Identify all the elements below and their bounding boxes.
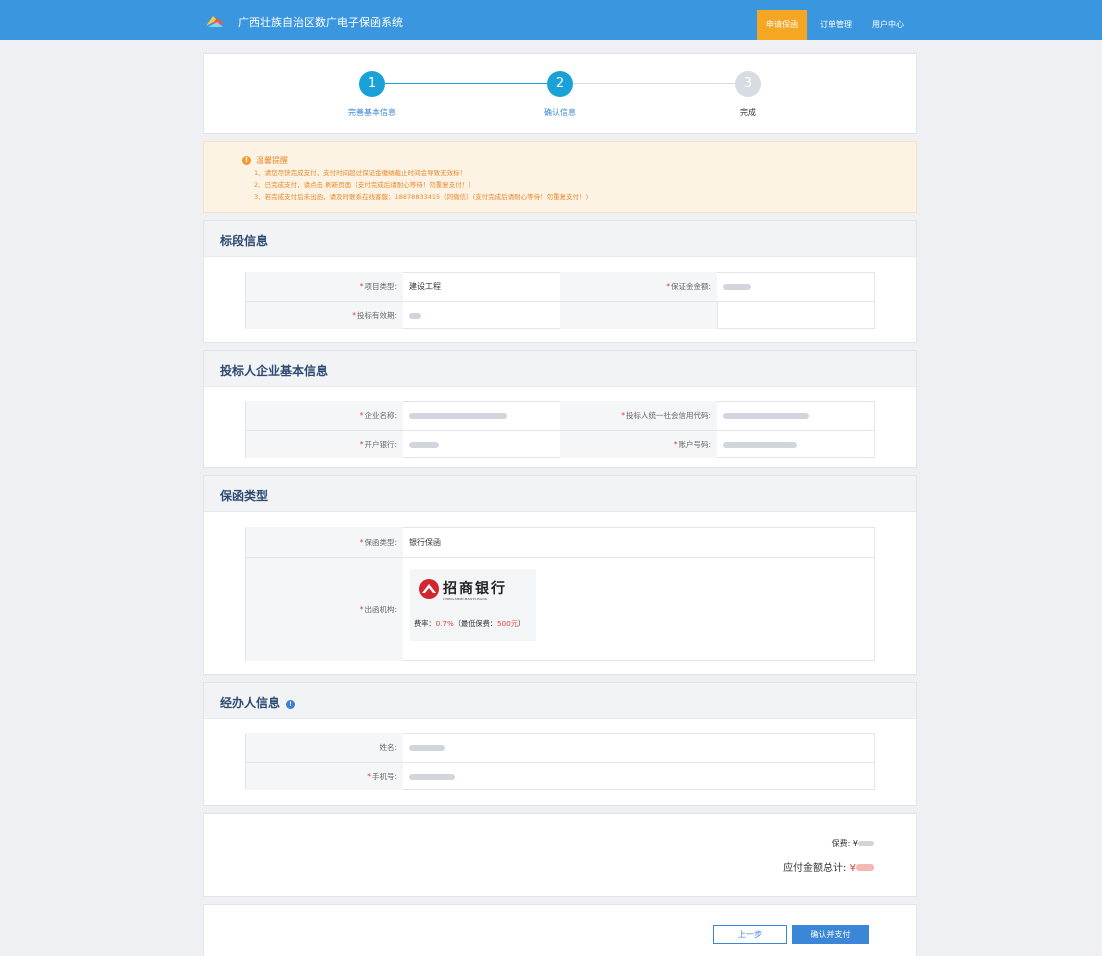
total-label: 应付金额总计: bbox=[783, 863, 847, 874]
section-header: 经办人信息! bbox=[204, 683, 916, 719]
issuer-label: 出函机构: bbox=[364, 605, 397, 614]
bid-validity-label: 投标有效期: bbox=[356, 311, 397, 320]
step-2-label: 确认信息 bbox=[544, 108, 576, 117]
rate-mid: （最低保费： bbox=[453, 619, 497, 628]
credit-code-value bbox=[717, 401, 874, 430]
company-name-label: 企业名称: bbox=[364, 411, 397, 420]
action-bar: 上一步 确认并支付 bbox=[203, 904, 917, 956]
table-row: * 开户银行: * 账户号码: bbox=[246, 430, 874, 458]
table-row: * 企业名称: * 投标人统一社会信用代码: bbox=[246, 401, 874, 430]
fee-summary: 保费: ¥ 应付金额总计: ¥ bbox=[203, 813, 917, 897]
guarantee-type-value: 银行保函 bbox=[409, 537, 441, 547]
nav-order-management[interactable]: 订单管理 bbox=[811, 10, 861, 40]
operator-name-label: 姓名: bbox=[246, 733, 403, 762]
logo-icon bbox=[206, 16, 224, 27]
project-type-label: 项目类型: bbox=[364, 282, 397, 291]
reminder-title: 温馨提醒 bbox=[256, 156, 288, 165]
step-1-circle: 1 bbox=[359, 71, 385, 97]
table-row: * 投标有效期: bbox=[246, 301, 874, 329]
section-guarantee-type: 保函类型 * 保函类型: 银行保函 * 出函机构: 招商银行 CHINA MERCH… bbox=[203, 475, 917, 675]
deposit-amount-value bbox=[717, 272, 874, 301]
prev-step-button[interactable]: 上一步 bbox=[713, 925, 787, 944]
rate-text: 费率：0.7%（最低保费：500元） bbox=[414, 619, 525, 629]
step-2-circle: 2 bbox=[547, 71, 573, 97]
section-header: 标段信息 bbox=[204, 221, 916, 257]
warning-icon: ! bbox=[242, 156, 251, 165]
info-icon[interactable]: ! bbox=[286, 700, 296, 709]
company-name-value bbox=[403, 401, 560, 430]
premium-row: 保费: ¥ bbox=[832, 838, 874, 849]
deposit-amount-label: 保证金金额: bbox=[670, 282, 711, 291]
bank-value bbox=[403, 431, 560, 458]
step-3-circle: 3 bbox=[735, 71, 761, 97]
project-type-value: 建设工程 bbox=[409, 282, 441, 291]
section-operator-info: 经办人信息! 姓名: * 手机号: bbox=[203, 682, 917, 806]
table-row: 姓名: bbox=[246, 733, 874, 762]
min-fee-value: 500元 bbox=[496, 619, 518, 628]
guarantee-type-label: 保函类型: bbox=[364, 537, 397, 547]
warm-reminder: ! 温馨提醒 1、请您尽快完成支付，支付时间超过保证金缴纳截止时间会导致无效标！… bbox=[203, 141, 917, 213]
section-title: 保函类型 bbox=[220, 489, 269, 503]
rate-value: 0.7% bbox=[435, 619, 454, 628]
reminder-line-1: 1、请您尽快完成支付，支付时间超过保证金缴纳截止时间会导致无效标！ bbox=[254, 169, 467, 177]
reminder-line-3: 3、若完成支付后未出函，请及时联系在线客服：18878833415（同微信）(支… bbox=[254, 193, 589, 201]
account-number-value bbox=[717, 431, 874, 458]
bank-name-en: CHINA MERCHANTS BANK bbox=[443, 597, 488, 601]
guarantee-table: * 保函类型: 银行保函 * 出函机构: 招商银行 CHINA MERCHANTS … bbox=[245, 527, 875, 661]
confirm-pay-button[interactable]: 确认并支付 bbox=[792, 925, 869, 944]
phone-value bbox=[403, 763, 874, 790]
bid-validity-value bbox=[403, 302, 560, 329]
progress-steps: 1 2 3 完善基本信息 确认信息 完成 bbox=[203, 53, 917, 134]
section-title: 经办人信息 bbox=[220, 696, 281, 710]
cmb-logo-icon bbox=[419, 579, 439, 599]
bank-label: 开户银行: bbox=[364, 440, 397, 449]
nav-user-center[interactable]: 用户中心 bbox=[865, 10, 911, 40]
reminder-line-2: 2、已完成支付，请点击 刷新页面（支付完成后请耐心等待！勿重复支付！） bbox=[254, 181, 475, 189]
rate-prefix: 费率： bbox=[414, 619, 436, 628]
step-connector-2 bbox=[573, 83, 735, 84]
section-header: 保函类型 bbox=[204, 476, 916, 512]
table-row: * 保函类型: 银行保函 bbox=[246, 527, 874, 557]
company-info-table: * 企业名称: * 投标人统一社会信用代码: * 开户银行: * 账户号码: bbox=[245, 401, 875, 458]
total-row: 应付金额总计: ¥ bbox=[783, 859, 874, 874]
step-connector-1 bbox=[385, 83, 547, 84]
credit-code-label: 投标人统一社会信用代码: bbox=[625, 411, 711, 420]
top-header: 广西壮族自治区数广电子保函系统 申请保函 订单管理 用户中心 bbox=[0, 0, 1102, 40]
account-number-label: 账户号码: bbox=[678, 440, 711, 449]
section-bid-info: 标段信息 * 项目类型: 建设工程 * 保证金金额: * 投标有效期: bbox=[203, 220, 917, 343]
operator-table: 姓名: * 手机号: bbox=[245, 733, 875, 790]
table-row: * 手机号: bbox=[246, 762, 874, 790]
premium-label: 保费: bbox=[831, 839, 851, 848]
rate-suffix: ） bbox=[517, 619, 526, 628]
bid-info-table: * 项目类型: 建设工程 * 保证金金额: * 投标有效期: bbox=[245, 272, 875, 329]
operator-name-value bbox=[403, 733, 874, 762]
bank-name-cn: 招商银行 bbox=[443, 581, 507, 597]
step-1-label: 完善基本信息 bbox=[348, 108, 396, 117]
table-row: * 出函机构: 招商银行 CHINA MERCHANTS BANK 费率：0.7%… bbox=[246, 557, 874, 661]
total-currency: ¥ bbox=[849, 863, 856, 874]
table-row: * 项目类型: 建设工程 * 保证金金额: bbox=[246, 272, 874, 301]
section-company-info: 投标人企业基本信息 * 企业名称: * 投标人统一社会信用代码: * 开户银行: * 账… bbox=[203, 350, 917, 468]
app-title: 广西壮族自治区数广电子保函系统 bbox=[238, 16, 403, 29]
step-3-label: 完成 bbox=[740, 108, 756, 117]
nav-apply-guarantee[interactable]: 申请保函 bbox=[757, 10, 807, 40]
section-title: 投标人企业基本信息 bbox=[220, 364, 329, 378]
section-header: 投标人企业基本信息 bbox=[204, 351, 916, 387]
bank-option-card[interactable]: 招商银行 CHINA MERCHANTS BANK 费率：0.7%（最低保费：5… bbox=[410, 569, 536, 641]
phone-label: 手机号: bbox=[371, 772, 397, 781]
section-title: 标段信息 bbox=[220, 234, 269, 248]
